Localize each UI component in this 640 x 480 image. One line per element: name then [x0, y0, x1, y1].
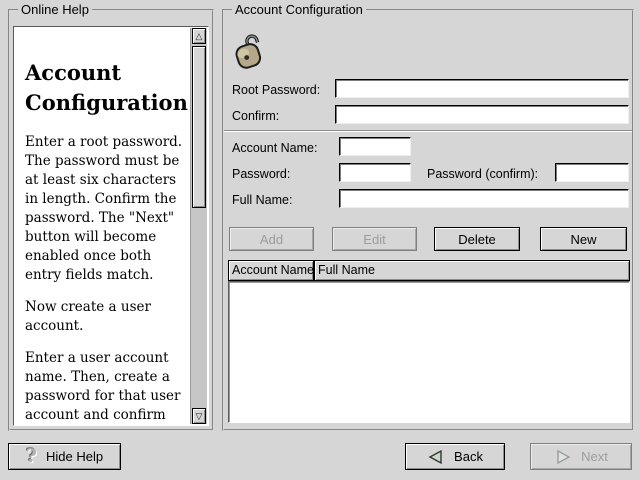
help-content: Account Configuration Enter a root passw… — [14, 27, 190, 425]
help-paragraph: Now create a user account. — [25, 298, 184, 336]
back-button[interactable]: Back — [405, 443, 505, 470]
new-button[interactable]: New — [540, 227, 627, 251]
confirm-password-input[interactable] — [335, 105, 629, 124]
next-arrow-icon — [554, 449, 572, 465]
password-confirm-label: Password (confirm): — [427, 167, 538, 181]
account-name-input[interactable] — [339, 137, 411, 156]
online-help-frame-title: Online Help — [18, 2, 92, 17]
scroll-down-icon[interactable]: ▽ — [192, 408, 206, 424]
account-configuration-frame-title: Account Configuration — [232, 2, 366, 17]
password-input[interactable] — [339, 163, 411, 182]
online-help-panel: Online Help Account Configuration Enter … — [8, 9, 214, 431]
delete-button[interactable]: Delete — [434, 227, 520, 251]
full-name-input[interactable] — [339, 189, 629, 208]
account-configuration-panel: Account Configuration Root Password: Con… — [222, 9, 634, 431]
root-password-label: Root Password: — [232, 83, 320, 97]
padlock-icon — [230, 31, 270, 71]
back-arrow-icon — [427, 449, 445, 465]
help-viewport: Account Configuration Enter a root passw… — [13, 26, 209, 426]
help-paragraph: Enter a root password. The password must… — [25, 133, 184, 285]
column-header-account-name[interactable]: Account Name — [228, 260, 314, 281]
user-table-body[interactable] — [228, 281, 630, 423]
root-password-input[interactable] — [335, 79, 629, 98]
next-button[interactable]: Next — [530, 443, 632, 470]
add-button[interactable]: Add — [229, 227, 314, 251]
account-name-label: Account Name: — [232, 141, 317, 155]
user-table-header: Account Name Full Name — [228, 260, 630, 281]
hide-help-button[interactable]: ? Hide Help — [8, 443, 121, 470]
password-confirm-input[interactable] — [555, 163, 629, 182]
back-label: Back — [454, 449, 483, 464]
scroll-up-icon[interactable]: △ — [192, 28, 206, 44]
installer-window: { "window": { "width": 640, "height": 48… — [0, 0, 640, 480]
help-paragraph: Enter a user account name. Then, create … — [25, 349, 184, 425]
password-label: Password: — [232, 167, 290, 181]
help-doc-title: Account Configuration — [25, 58, 184, 118]
edit-button[interactable]: Edit — [332, 227, 417, 251]
scrollbar-thumb[interactable] — [192, 46, 206, 208]
help-question-icon: ? — [26, 447, 37, 466]
help-scrollbar[interactable]: △ ▽ — [190, 28, 207, 424]
hide-help-label: Hide Help — [46, 449, 103, 464]
section-separator — [224, 130, 632, 132]
next-label: Next — [581, 449, 608, 464]
full-name-label: Full Name: — [232, 193, 292, 207]
column-header-full-name[interactable]: Full Name — [314, 260, 630, 281]
confirm-label: Confirm: — [232, 109, 279, 123]
